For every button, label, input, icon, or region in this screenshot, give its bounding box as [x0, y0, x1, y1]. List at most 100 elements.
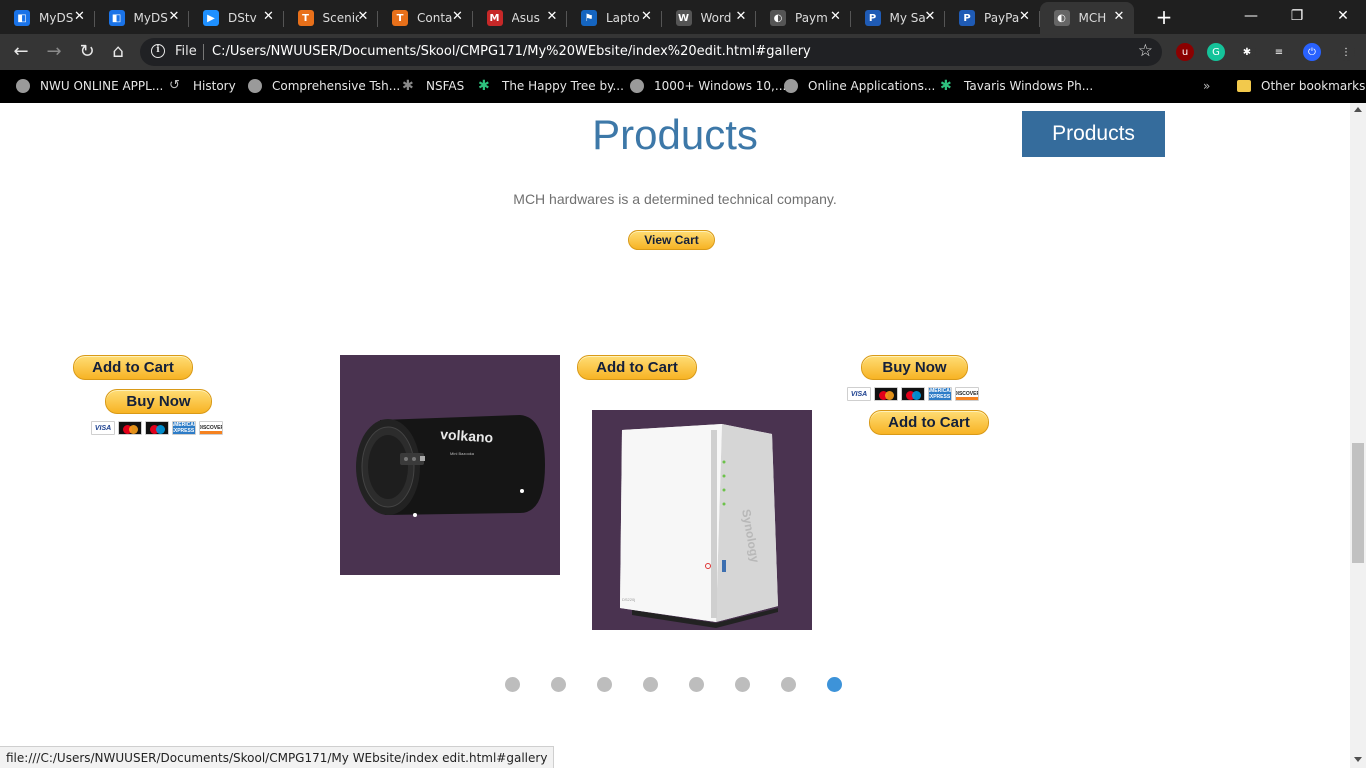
add-to-cart-button-2[interactable]: Add to Cart	[577, 355, 697, 380]
address-bar[interactable]: i File C:/Users/NWUUSER/Documents/Skool/…	[140, 38, 1162, 66]
home-button[interactable]: ⌂	[107, 41, 129, 63]
products-nav-button[interactable]: Products	[1022, 111, 1165, 157]
tab-close-icon[interactable]: ✕	[262, 10, 276, 24]
bookmark-label: 1000+ Windows 10,...	[654, 79, 787, 93]
payment-cards-2: VISA AMERICAN EXPRESS DISCOVER	[847, 387, 979, 401]
bookmark-item[interactable]: ✱ NSFAS	[402, 77, 464, 95]
bookmark-item[interactable]: ↺ History	[169, 77, 236, 95]
tab-close-icon[interactable]: ✕	[640, 10, 654, 24]
folder-icon	[1237, 80, 1251, 92]
tab-0[interactable]: ◧ MyDS ✕	[0, 2, 95, 34]
close-window-button[interactable]: ✕	[1320, 0, 1366, 32]
tab-favicon-icon: W	[675, 10, 692, 26]
tab-5[interactable]: M Asus ✕	[473, 2, 568, 34]
tab-close-icon[interactable]: ✕	[451, 10, 465, 24]
scroll-down-icon[interactable]	[1354, 757, 1362, 762]
add-to-cart-button-3[interactable]: Add to Cart	[869, 410, 989, 435]
buy-now-button-2[interactable]: Buy Now	[861, 355, 968, 380]
tab-favicon-icon: T	[297, 10, 314, 26]
tab-close-icon[interactable]: ✕	[829, 10, 843, 24]
ublock-icon[interactable]: u	[1176, 43, 1194, 61]
tab-9[interactable]: P My Sa ✕	[851, 2, 946, 34]
bookmark-label: History	[193, 79, 236, 93]
tab-close-icon[interactable]: ✕	[356, 10, 370, 24]
carousel-dot[interactable]	[643, 677, 658, 692]
add-to-cart-button-1[interactable]: Add to Cart	[73, 355, 193, 380]
bookmark-item[interactable]: Comprehensive Tsh...	[248, 77, 400, 95]
minimize-button[interactable]: —	[1228, 0, 1274, 32]
tab-3[interactable]: T Scenic ✕	[284, 2, 379, 34]
grammarly-icon[interactable]: G	[1207, 43, 1225, 61]
bookmarks-overflow-button[interactable]: »	[1203, 77, 1210, 95]
tab-2[interactable]: ▶ DStv ✕	[189, 2, 284, 34]
product-image-speaker[interactable]: volkano Mini Bazooka	[340, 355, 560, 575]
speaker-model-text: Mini Bazooka	[450, 451, 475, 456]
tab-close-icon[interactable]: ✕	[1112, 10, 1126, 24]
carousel-dot[interactable]	[597, 677, 612, 692]
mastercard-icon	[118, 421, 142, 435]
nas-illustration: Synology DS220j	[592, 410, 812, 630]
scroll-up-icon[interactable]	[1354, 107, 1362, 112]
tab-title: DStv	[228, 11, 257, 25]
carousel-dot[interactable]	[505, 677, 520, 692]
back-button[interactable]: ←	[10, 41, 32, 63]
view-cart-button[interactable]: View Cart	[628, 230, 715, 250]
forward-button[interactable]: →	[43, 41, 65, 63]
tab-7[interactable]: W Word ✕	[662, 2, 757, 34]
bookmark-item[interactable]: ✱ The Happy Tree by...	[478, 77, 624, 95]
leaf-icon: ✱	[402, 78, 414, 94]
bookmark-label: Online Applications...	[808, 79, 936, 93]
maestro-icon	[901, 387, 925, 401]
other-bookmarks[interactable]: Other bookmarks	[1237, 77, 1365, 95]
amex-card-icon: AMERICAN EXPRESS	[172, 421, 196, 435]
tab-title: MyDS	[133, 11, 168, 25]
tab-favicon-icon: ⚑	[581, 10, 597, 26]
product-image-nas[interactable]: Synology DS220j	[592, 410, 812, 630]
bookmark-star-icon[interactable]: ☆	[1138, 41, 1153, 61]
tab-title: MyDS	[39, 11, 74, 25]
power-icon[interactable]: ⏻	[1303, 43, 1321, 61]
carousel-dot[interactable]	[551, 677, 566, 692]
tab-close-icon[interactable]: ✕	[545, 10, 559, 24]
history-icon: ↺	[169, 78, 180, 93]
url-text[interactable]: C:/Users/NWUUSER/Documents/Skool/CMPG171…	[212, 44, 811, 59]
carousel-dot[interactable]	[781, 677, 796, 692]
tab-1[interactable]: ◧ MyDS ✕	[95, 2, 190, 34]
bookmark-item[interactable]: NWU ONLINE APPL...	[16, 77, 163, 95]
leaf-icon: ✱	[478, 78, 490, 94]
bookmark-item[interactable]: Online Applications...	[784, 77, 935, 95]
page-scrollbar[interactable]	[1350, 103, 1366, 768]
tab-title: Word	[700, 11, 732, 25]
tab-6[interactable]: ⚑ Lapto ✕	[567, 2, 662, 34]
carousel-dot[interactable]	[827, 677, 842, 692]
mastercard-icon	[874, 387, 898, 401]
tab-10[interactable]: P PayPa ✕	[945, 2, 1040, 34]
menu-icon[interactable]: ⋮	[1337, 43, 1355, 61]
tab-favicon-icon: ◧	[108, 10, 125, 26]
puzzle-icon[interactable]: ✱	[1238, 43, 1256, 61]
tab-close-icon[interactable]: ✕	[73, 10, 87, 24]
tab-close-icon[interactable]: ✕	[167, 10, 181, 24]
tab-title: Paym	[795, 11, 828, 25]
tab-title: MCH	[1078, 11, 1107, 25]
tab-8[interactable]: ◐ Paym ✕	[756, 2, 851, 34]
bookmark-item[interactable]: 1000+ Windows 10,...	[630, 77, 786, 95]
omnibox-divider	[203, 44, 204, 60]
tab-favicon-icon: P	[864, 10, 881, 26]
tab-close-icon[interactable]: ✕	[734, 10, 748, 24]
info-icon[interactable]: i	[151, 44, 165, 58]
reload-button[interactable]: ↻	[76, 41, 98, 63]
carousel-dot[interactable]	[689, 677, 704, 692]
tab-11[interactable]: ◐ MCH ✕	[1039, 2, 1134, 34]
scrollbar-thumb[interactable]	[1352, 443, 1364, 563]
visa-card-icon: VISA	[847, 387, 871, 401]
tab-close-icon[interactable]: ✕	[923, 10, 937, 24]
media-icon[interactable]: ≡	[1270, 43, 1288, 61]
buy-now-button-1[interactable]: Buy Now	[105, 389, 212, 414]
carousel-dot[interactable]	[735, 677, 750, 692]
tab-close-icon[interactable]: ✕	[1018, 10, 1032, 24]
bookmark-item[interactable]: ✱ Tavaris Windows Ph...	[940, 77, 1093, 95]
restore-button[interactable]: ❐	[1274, 0, 1320, 32]
tab-4[interactable]: T Conta ✕	[378, 2, 473, 34]
new-tab-button[interactable]: +	[1153, 6, 1175, 28]
